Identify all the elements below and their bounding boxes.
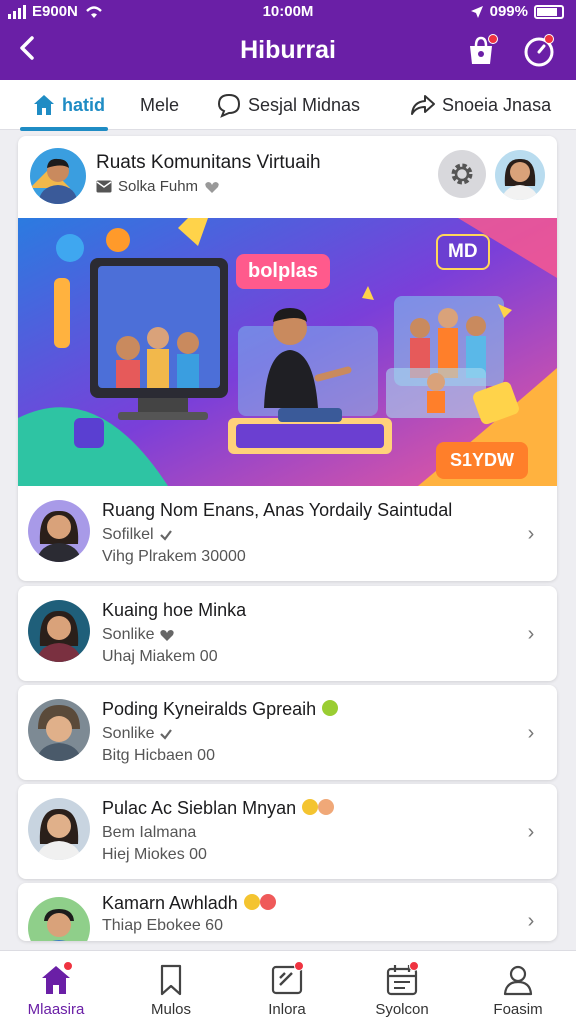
chat-bubble-icon bbox=[217, 93, 241, 118]
tab-label: Snoeia Jnasa bbox=[442, 94, 552, 115]
chevron-right-icon[interactable]: › bbox=[521, 723, 541, 743]
nav-label: Syolcon bbox=[375, 1001, 429, 1018]
list-item[interactable]: Kamarn Awhladh Thiap Ebokee 60 › bbox=[18, 883, 557, 941]
shopping-bag-icon[interactable] bbox=[464, 34, 498, 68]
chevron-right-icon[interactable]: › bbox=[521, 911, 541, 931]
home-icon bbox=[34, 95, 54, 115]
notification-badge bbox=[409, 961, 419, 971]
active-tab-indicator bbox=[20, 127, 108, 131]
avatar bbox=[28, 798, 90, 860]
subtitle-text: Solka Fuhm bbox=[118, 178, 199, 195]
nav-inlora[interactable]: Inlora bbox=[237, 961, 337, 1023]
tab-label: Sesjal Midnas bbox=[248, 94, 361, 115]
avatar bbox=[30, 148, 86, 204]
item-title: Kamarn Awhladh bbox=[102, 893, 277, 914]
app-bar: E900N 10:00M 099% Hiburrai bbox=[0, 0, 576, 80]
nav-syolcon[interactable]: Syolcon bbox=[352, 961, 452, 1023]
tab-hatid[interactable]: hatid bbox=[32, 92, 105, 118]
battery-icon bbox=[534, 4, 564, 19]
community-title: Ruats Komunitans Virtuaih bbox=[96, 152, 321, 173]
item-title: Poding Kyneiralds Gpreaih bbox=[102, 699, 339, 720]
home-icon bbox=[39, 961, 73, 997]
nav-mlaasira[interactable]: Mlaasira bbox=[6, 961, 106, 1023]
item-title-text: Kamarn Awhladh bbox=[102, 893, 238, 913]
community-banner[interactable]: bolplas MD S1YDW bbox=[18, 218, 557, 486]
chevron-right-icon[interactable]: › bbox=[521, 624, 541, 644]
heart-icon bbox=[205, 181, 219, 193]
profile-icon bbox=[501, 963, 535, 997]
nav-mulos[interactable]: Mulos bbox=[121, 963, 221, 1023]
bottom-navigation: Mlaasira Mulos Inlora Syolcon Foasim bbox=[0, 950, 576, 1024]
bag-badge bbox=[488, 34, 498, 44]
item-status: Bem Ialmana bbox=[102, 824, 197, 841]
tab-bar: hatid Mele Sesjal Midnas Snoeia Jnasa bbox=[0, 80, 576, 130]
check-icon bbox=[160, 729, 173, 740]
item-meta: Thiap Ebokee 60 bbox=[102, 917, 223, 934]
banner-label: bolplas bbox=[236, 254, 331, 289]
calendar-icon bbox=[385, 961, 419, 997]
item-status-text: Sonlike bbox=[102, 725, 155, 742]
tab-sesjal-midnas[interactable]: Sesjal Midnas bbox=[216, 92, 360, 118]
avatar bbox=[28, 699, 90, 761]
edit-icon bbox=[270, 961, 304, 997]
status-right: 099% bbox=[470, 3, 564, 20]
tab-label: hatid bbox=[62, 94, 105, 115]
nav-label: Foasim bbox=[493, 1001, 543, 1018]
chevron-right-icon[interactable]: › bbox=[521, 822, 541, 842]
item-title: Ruang Nom Enans, Anas Yordaily Saintudal bbox=[102, 500, 453, 520]
location-arrow-icon bbox=[470, 5, 483, 18]
emoji-icon bbox=[322, 700, 339, 716]
item-meta: Uhaj Miakem 00 bbox=[102, 648, 218, 665]
battery-percent: 099% bbox=[489, 3, 528, 20]
tab-mele[interactable]: Mele bbox=[140, 92, 179, 118]
item-meta: Vihg Plrakem 30000 bbox=[102, 548, 246, 565]
status-bar: E900N 10:00M 099% bbox=[0, 0, 576, 24]
avatar bbox=[28, 500, 90, 562]
item-status-text: Sofilkel bbox=[102, 526, 154, 543]
nav-label: Inlora bbox=[268, 1001, 306, 1018]
community-subtitle: Solka Fuhm bbox=[96, 178, 220, 195]
tab-snoeia-jnasa[interactable]: Snoeia Jnasa bbox=[410, 92, 551, 118]
list-item[interactable]: Ruang Nom Enans, Anas Yordaily Saintudal… bbox=[18, 486, 557, 581]
item-title: Pulac Ac Sieblan Mnyan bbox=[102, 798, 335, 819]
avatar bbox=[28, 600, 90, 662]
item-title-text: Poding Kyneiralds Gpreaih bbox=[102, 699, 317, 719]
list-item[interactable]: Poding Kyneiralds Gpreaih Sonlike Bitg H… bbox=[18, 685, 557, 780]
chevron-right-icon[interactable]: › bbox=[521, 524, 541, 544]
item-title: Kuaing hoe Minka bbox=[102, 600, 247, 620]
list-item[interactable]: Pulac Ac Sieblan Mnyan Bem Ialmana Hiej … bbox=[18, 784, 557, 879]
member-avatar[interactable] bbox=[495, 150, 545, 200]
notification-badge bbox=[294, 961, 304, 971]
timer-badge bbox=[544, 34, 554, 44]
check-icon bbox=[159, 530, 172, 541]
mail-icon bbox=[96, 180, 112, 193]
banner-badge: MD bbox=[436, 234, 490, 270]
nav-label: Mulos bbox=[150, 1001, 191, 1018]
featured-community-card[interactable]: Ruats Komunitans Virtuaih Solka Fuhm bol… bbox=[18, 136, 557, 581]
item-meta: Bitg Hicbaen 00 bbox=[102, 747, 215, 764]
avatar bbox=[28, 897, 90, 941]
item-title-text: Pulac Ac Sieblan Mnyan bbox=[102, 798, 297, 818]
timer-icon[interactable] bbox=[522, 34, 556, 68]
item-status: Sofilkel bbox=[102, 526, 173, 544]
share-icon bbox=[411, 95, 435, 115]
bookmark-icon bbox=[154, 963, 188, 997]
item-meta: Hiej Miokes 00 bbox=[102, 846, 207, 863]
emoji-icon bbox=[243, 894, 276, 910]
settings-button[interactable] bbox=[438, 150, 486, 198]
emoji-icon bbox=[302, 799, 335, 815]
tab-label: Mele bbox=[140, 94, 180, 115]
banner-button[interactable]: S1YDW bbox=[436, 442, 529, 479]
nav-label: Mlaasira bbox=[27, 1001, 85, 1018]
list-item[interactable]: Kuaing hoe Minka Sonlike Uhaj Miakem 00 … bbox=[18, 586, 557, 681]
notification-badge bbox=[63, 961, 73, 971]
gear-icon bbox=[451, 163, 473, 185]
heart-icon bbox=[160, 630, 175, 641]
item-status: Sonlike bbox=[102, 626, 175, 644]
item-status: Sonlike bbox=[102, 725, 173, 743]
item-status-text: Sonlike bbox=[102, 626, 155, 643]
nav-foasim[interactable]: Foasim bbox=[468, 963, 568, 1023]
